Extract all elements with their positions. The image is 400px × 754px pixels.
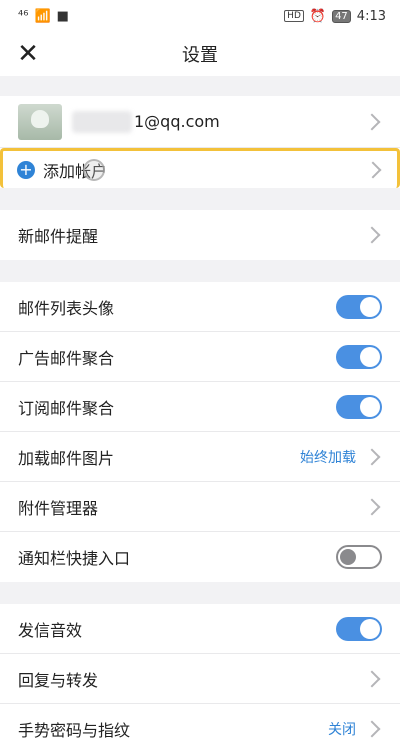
attachment-manager-row[interactable]: 附件管理器 [0,482,400,532]
alarm-icon: ⏰ [309,8,327,24]
row-label: 发信音效 [18,620,83,640]
section-gap [0,76,400,96]
mail-settings-section: 邮件列表头像 广告邮件聚合 订阅邮件聚合 加载邮件图片 始终加载 附件管理器 通… [0,282,400,582]
subscription-aggregation-toggle[interactable] [336,394,382,419]
row-value: 关闭 [328,722,356,738]
row-label: 新邮件提醒 [18,227,99,246]
page-title: 设置 [182,45,218,66]
section-gap [0,260,400,282]
section-gap [0,582,400,604]
account-row[interactable]: 1@qq.com [0,96,400,148]
reply-forward-row[interactable]: 回复与转发 [0,654,400,704]
row-label: 回复与转发 [18,670,99,690]
load-images-row[interactable]: 加载邮件图片 始终加载 [0,432,400,482]
send-settings-section: 发信音效 回复与转发 手势密码与指纹 关闭 [0,604,400,754]
hd-icon: HD [284,10,304,22]
notification-shortcut-row[interactable]: 通知栏快捷入口 [0,532,400,582]
row-value: 始终加载 [300,449,356,466]
battery-icon: 47 [332,9,351,23]
send-sound-row[interactable]: 发信音效 [0,604,400,654]
ad-aggregation-row[interactable]: 广告邮件聚合 [0,332,400,382]
close-icon[interactable]: ✕ [14,40,42,68]
row-label: 邮件列表头像 [18,298,115,318]
avatar [18,103,62,140]
row-label: 附件管理器 [18,498,99,518]
title-bar: ✕ 设置 [0,32,400,76]
row-label: 订阅邮件聚合 [18,398,115,418]
status-right: HD ⏰ 47 4:13 [284,9,386,24]
chevron-right-icon [364,161,382,178]
chevron-right-icon [363,113,381,130]
send-sound-toggle[interactable] [336,616,382,641]
new-mail-alert-row[interactable]: 新邮件提醒 [0,210,400,260]
chevron-right-icon [363,670,381,687]
list-avatar-toggle[interactable] [336,294,382,319]
row-label: 广告邮件聚合 [18,348,115,368]
list-avatar-row[interactable]: 邮件列表头像 [0,282,400,332]
redacted-username [72,110,132,133]
status-left: ⁴⁶ 📶 ■ [18,9,69,24]
add-account-button[interactable]: + 添加帐户 [0,148,400,188]
notification-icon: ■ [56,8,69,24]
section-gap [0,188,400,210]
subscription-aggregation-row[interactable]: 订阅邮件聚合 [0,382,400,432]
chevron-right-icon [363,448,381,465]
wifi-icon: 📶 [34,8,51,24]
status-time: 4:13 [356,8,386,24]
row-label: 通知栏快捷入口 [18,549,131,568]
plus-icon: + [17,160,35,179]
notification-shortcut-toggle[interactable] [336,545,382,569]
account-section: 1@qq.com + 添加帐户 [0,96,400,188]
ad-aggregation-toggle[interactable] [336,344,382,369]
touch-indicator [83,159,105,181]
row-label: 加载邮件图片 [18,448,115,468]
signal-icon: ⁴⁶ [18,8,29,24]
chevron-right-icon [363,720,381,738]
gesture-password-row[interactable]: 手势密码与指纹 关闭 [0,704,400,754]
chevron-right-icon [363,498,381,515]
notification-section: 新邮件提醒 [0,210,400,260]
status-bar: ⁴⁶ 📶 ■ HD ⏰ 47 4:13 [0,0,400,32]
row-label: 手势密码与指纹 [18,721,131,740]
chevron-right-icon [363,226,381,244]
account-email: 1@qq.com [134,112,220,131]
